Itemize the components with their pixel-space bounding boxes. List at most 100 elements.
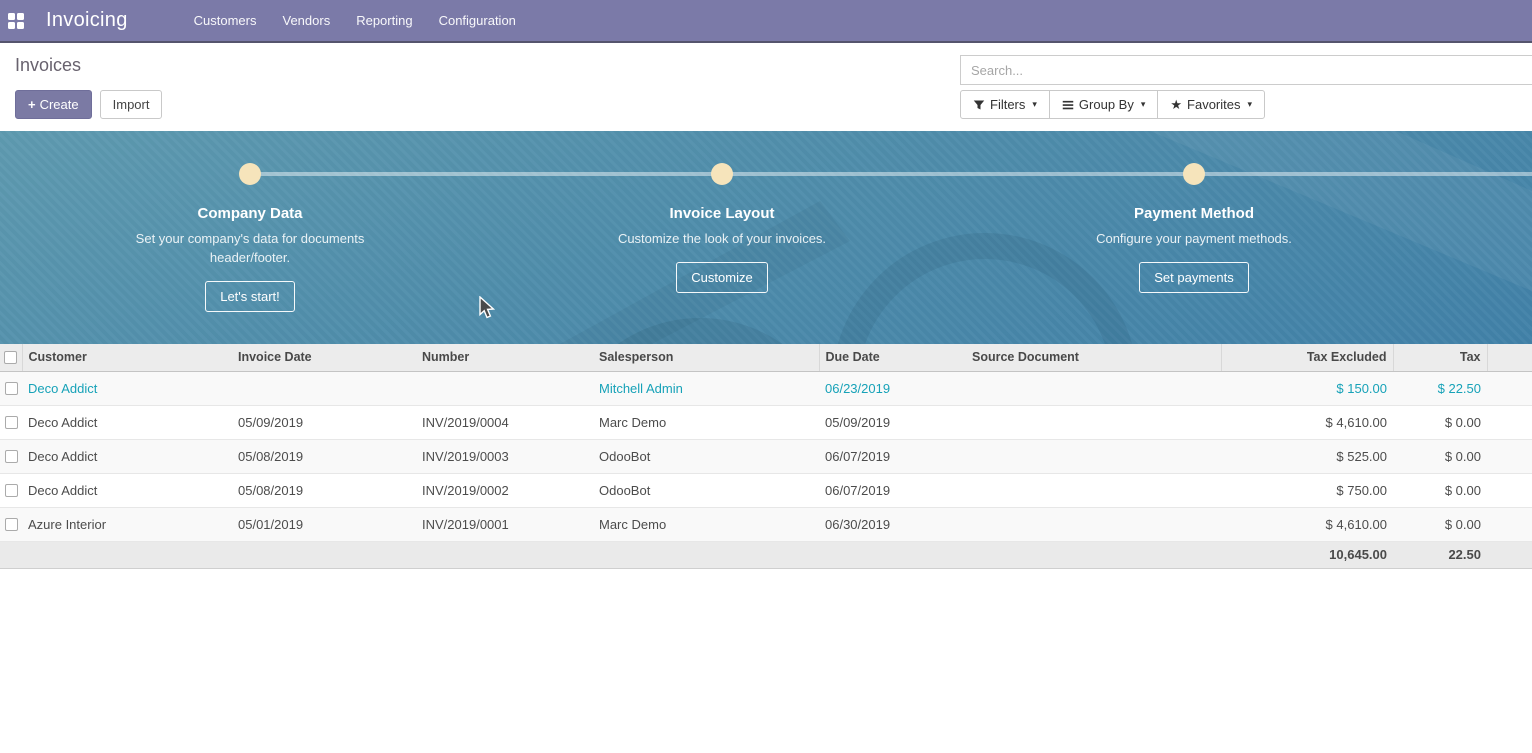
menu-customers[interactable]: Customers	[184, 0, 267, 41]
onboarding-step-payment-method: Payment Method Configure your payment me…	[1034, 131, 1354, 293]
column-header-number[interactable]: Number	[416, 344, 593, 371]
cell-due_date: 06/07/2019	[819, 473, 966, 507]
cell-tax: $ 22.50	[1393, 371, 1487, 405]
search-options: Filters ▾ Group By ▾ ★ Favorites ▾	[960, 90, 1265, 119]
set-payments-button[interactable]: Set payments	[1139, 262, 1249, 293]
cell-salesperson: Mitchell Admin	[593, 371, 819, 405]
cell-customer: Deco Addict	[22, 371, 232, 405]
create-button[interactable]: +Create	[15, 90, 92, 119]
step-description: Customize the look of your invoices.	[562, 230, 882, 249]
footer-total-due_date	[819, 541, 966, 568]
cell-tax_excluded: $ 4,610.00	[1221, 405, 1393, 439]
row-checkbox[interactable]	[5, 484, 18, 497]
search-input[interactable]	[960, 55, 1532, 85]
cell-spacer	[1487, 439, 1532, 473]
row-checkbox[interactable]	[5, 450, 18, 463]
main-menu: Customers Vendors Reporting Configuratio…	[184, 0, 532, 41]
table-header-row: CustomerInvoice DateNumberSalespersonDue…	[0, 344, 1532, 371]
footer-total-salesperson	[593, 541, 819, 568]
footer-total-select	[0, 541, 22, 568]
cell-due_date: 05/09/2019	[819, 405, 966, 439]
cell-customer: Deco Addict	[22, 439, 232, 473]
cell-select[interactable]	[0, 439, 22, 473]
select-all-checkbox[interactable]	[4, 351, 17, 364]
step-dot-icon	[711, 163, 733, 185]
cell-tax: $ 0.00	[1393, 405, 1487, 439]
row-checkbox[interactable]	[5, 416, 18, 429]
cell-number	[416, 371, 593, 405]
chevron-down-icon: ▾	[1141, 99, 1146, 110]
onboarding-step-invoice-layout: Invoice Layout Customize the look of you…	[562, 131, 882, 293]
column-header-due_date[interactable]: Due Date	[819, 344, 966, 371]
cell-salesperson: OdooBot	[593, 473, 819, 507]
cell-source_document	[966, 507, 1221, 541]
plus-icon: +	[28, 97, 36, 112]
column-header-tax[interactable]: Tax	[1393, 344, 1487, 371]
step-title: Company Data	[90, 205, 410, 222]
cell-source_document	[966, 371, 1221, 405]
cell-number: INV/2019/0003	[416, 439, 593, 473]
cell-invoice_date: 05/01/2019	[232, 507, 416, 541]
column-header-source_document[interactable]: Source Document	[966, 344, 1221, 371]
control-panel: Invoices +Create Import Filters ▾ Group …	[0, 43, 1532, 131]
group-by-button[interactable]: Group By ▾	[1049, 90, 1158, 119]
footer-total-tax_excluded: 10,645.00	[1221, 541, 1393, 568]
menu-reporting[interactable]: Reporting	[346, 0, 422, 41]
cell-spacer	[1487, 507, 1532, 541]
import-button[interactable]: Import	[100, 90, 163, 119]
cell-invoice_date	[232, 371, 416, 405]
cell-number: INV/2019/0002	[416, 473, 593, 507]
filter-icon	[973, 99, 985, 111]
lets-start-button[interactable]: Let's start!	[205, 281, 295, 312]
column-header-spacer[interactable]	[1487, 344, 1532, 371]
cell-select[interactable]	[0, 405, 22, 439]
onboarding-banner: Company Data Set your company's data for…	[0, 131, 1532, 344]
invoice-row[interactable]: Azure Interior05/01/2019INV/2019/0001Mar…	[0, 507, 1532, 541]
cell-source_document	[966, 439, 1221, 473]
cell-invoice_date: 05/08/2019	[232, 473, 416, 507]
column-header-invoice_date[interactable]: Invoice Date	[232, 344, 416, 371]
step-description: Set your company's data for documents he…	[90, 230, 410, 268]
cell-salesperson: Marc Demo	[593, 507, 819, 541]
customize-button[interactable]: Customize	[676, 262, 767, 293]
step-dot-icon	[1183, 163, 1205, 185]
app-title[interactable]: Invoicing	[46, 9, 128, 32]
cell-spacer	[1487, 473, 1532, 507]
select-all-header[interactable]	[0, 344, 22, 371]
invoice-row[interactable]: Deco AddictMitchell Admin06/23/2019$ 150…	[0, 371, 1532, 405]
invoice-row[interactable]: Deco Addict05/08/2019INV/2019/0002OdooBo…	[0, 473, 1532, 507]
filters-button[interactable]: Filters ▾	[960, 90, 1050, 119]
row-checkbox[interactable]	[5, 518, 18, 531]
cell-invoice_date: 05/08/2019	[232, 439, 416, 473]
cell-select[interactable]	[0, 507, 22, 541]
cell-spacer	[1487, 405, 1532, 439]
cell-customer: Deco Addict	[22, 405, 232, 439]
top-navbar: Invoicing Customers Vendors Reporting Co…	[0, 0, 1532, 43]
cell-customer: Azure Interior	[22, 507, 232, 541]
cell-source_document	[966, 405, 1221, 439]
cell-tax_excluded: $ 525.00	[1221, 439, 1393, 473]
cell-tax: $ 0.00	[1393, 507, 1487, 541]
favorites-button[interactable]: ★ Favorites ▾	[1157, 90, 1265, 119]
cell-spacer	[1487, 371, 1532, 405]
cell-source_document	[966, 473, 1221, 507]
row-checkbox[interactable]	[5, 382, 18, 395]
star-icon: ★	[1170, 98, 1182, 111]
cell-customer: Deco Addict	[22, 473, 232, 507]
invoice-row[interactable]: Deco Addict05/09/2019INV/2019/0004Marc D…	[0, 405, 1532, 439]
cell-select[interactable]	[0, 473, 22, 507]
cell-tax_excluded: $ 4,610.00	[1221, 507, 1393, 541]
step-title: Invoice Layout	[562, 205, 882, 222]
chevron-down-icon: ▾	[1248, 99, 1253, 110]
cell-select[interactable]	[0, 371, 22, 405]
menu-vendors[interactable]: Vendors	[273, 0, 341, 41]
column-header-tax_excluded[interactable]: Tax Excluded	[1221, 344, 1393, 371]
column-header-salesperson[interactable]: Salesperson	[593, 344, 819, 371]
footer-total-customer	[22, 541, 232, 568]
apps-menu-icon[interactable]	[8, 13, 24, 29]
menu-configuration[interactable]: Configuration	[429, 0, 526, 41]
cell-salesperson: OdooBot	[593, 439, 819, 473]
column-header-customer[interactable]: Customer	[22, 344, 232, 371]
invoice-row[interactable]: Deco Addict05/08/2019INV/2019/0003OdooBo…	[0, 439, 1532, 473]
cell-invoice_date: 05/09/2019	[232, 405, 416, 439]
